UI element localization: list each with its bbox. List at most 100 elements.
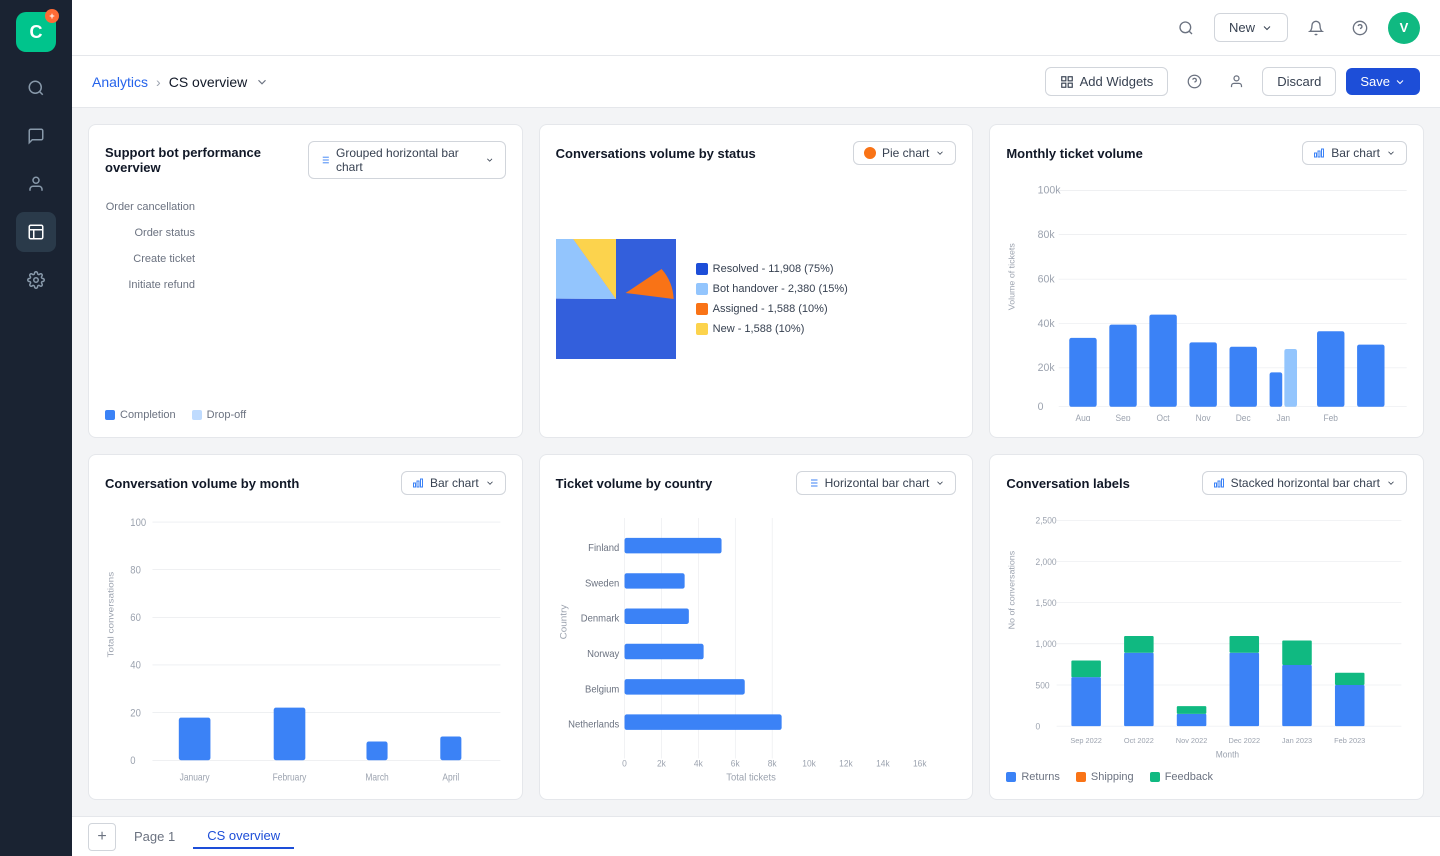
- breadcrumb-actions: Add Widgets Discard Save: [1045, 66, 1420, 98]
- app-logo[interactable]: C +: [16, 12, 56, 52]
- svg-text:80: 80: [130, 565, 141, 577]
- svg-text:0: 0: [1038, 401, 1044, 413]
- tab-cs-overview[interactable]: CS overview: [193, 824, 294, 849]
- conversation-month-card: Conversation volume by month Bar chart T…: [88, 454, 523, 800]
- conversation-labels-chart-selector[interactable]: Stacked horizontal bar chart: [1202, 471, 1407, 495]
- svg-text:Total conversations: Total conversations: [106, 572, 115, 658]
- conversation-labels-card: Conversation labels Stacked horizontal b…: [989, 454, 1424, 800]
- conversation-labels-title: Conversation labels: [1006, 476, 1130, 491]
- svg-text:Belgium: Belgium: [585, 684, 619, 695]
- conversations-chart-selector[interactable]: Pie chart: [853, 141, 956, 165]
- help-icon[interactable]: [1344, 12, 1376, 44]
- support-bot-title: Support bot performance overview: [105, 145, 308, 175]
- ticket-country-title: Ticket volume by country: [556, 476, 713, 491]
- svg-text:Dec: Dec: [1236, 413, 1252, 421]
- main-content: New V Analytics › CS overview Add Widget…: [72, 0, 1440, 856]
- search-icon[interactable]: [1170, 12, 1202, 44]
- svg-text:2,000: 2,000: [1036, 557, 1057, 567]
- conversation-month-header: Conversation volume by month Bar chart: [105, 471, 506, 495]
- svg-text:Finland: Finland: [588, 543, 619, 554]
- svg-text:No of conversations: No of conversations: [1007, 550, 1017, 629]
- svg-text:Dec 2022: Dec 2022: [1229, 736, 1261, 745]
- legend-dropoff: Drop-off: [192, 409, 247, 421]
- support-bot-card: Support bot performance overview Grouped…: [88, 124, 523, 438]
- svg-text:60: 60: [130, 613, 141, 625]
- monthly-ticket-chart: 100k 80k 60k 40k 20k 0 Volume of tickets: [1006, 177, 1407, 421]
- svg-text:12k: 12k: [839, 758, 853, 768]
- hbar-row-order-status: Order status: [105, 227, 506, 239]
- sidebar: C +: [0, 0, 72, 856]
- svg-text:0: 0: [622, 758, 627, 768]
- hbar-row-create-ticket: Create ticket: [105, 253, 506, 265]
- breadcrumb-chevron[interactable]: [255, 75, 269, 89]
- pie-icon: [864, 147, 876, 159]
- notifications-icon[interactable]: [1300, 12, 1332, 44]
- svg-text:Feb 2023: Feb 2023: [1334, 736, 1365, 745]
- monthly-ticket-card: Monthly ticket volume Bar chart 100k 80k…: [989, 124, 1424, 438]
- svg-text:14k: 14k: [876, 758, 890, 768]
- discard-button[interactable]: Discard: [1262, 67, 1336, 96]
- svg-text:Netherlands: Netherlands: [568, 720, 619, 731]
- monthly-ticket-header: Monthly ticket volume Bar chart: [1006, 141, 1407, 165]
- svg-text:10k: 10k: [802, 758, 816, 768]
- sidebar-item-search[interactable]: [16, 68, 56, 108]
- svg-text:Denmark: Denmark: [580, 614, 619, 625]
- svg-text:Month: Month: [1216, 749, 1240, 759]
- ticket-country-card: Ticket volume by country Horizontal bar …: [539, 454, 974, 800]
- svg-text:100k: 100k: [1038, 184, 1061, 196]
- svg-text:40: 40: [130, 660, 141, 672]
- svg-text:8k: 8k: [767, 758, 777, 768]
- sidebar-item-contacts[interactable]: [16, 164, 56, 204]
- breadcrumb-current: CS overview: [169, 74, 248, 90]
- ticket-country-header: Ticket volume by country Horizontal bar …: [556, 471, 957, 495]
- sidebar-item-settings[interactable]: [16, 260, 56, 300]
- conversation-labels-header: Conversation labels Stacked horizontal b…: [1006, 471, 1407, 495]
- svg-text:Jan 2023: Jan 2023: [1282, 736, 1312, 745]
- svg-text:2,500: 2,500: [1036, 516, 1057, 526]
- dashboard-grid: Support bot performance overview Grouped…: [72, 108, 1440, 816]
- breadcrumb-help-icon[interactable]: [1178, 66, 1210, 98]
- svg-text:2k: 2k: [657, 758, 667, 768]
- sidebar-item-reports[interactable]: [16, 212, 56, 252]
- ticket-country-chart: Total tickets Country 0 2k 4k 6k 8k 10k …: [556, 507, 957, 783]
- legend-completion: Completion: [105, 409, 176, 421]
- hbar-row-initiate-refund: Initiate refund: [105, 279, 506, 291]
- svg-text:Volume of tickets: Volume of tickets: [1007, 243, 1017, 311]
- conversations-volume-title: Conversations volume by status: [556, 146, 756, 161]
- support-bot-header: Support bot performance overview Grouped…: [105, 141, 506, 179]
- tab-page1[interactable]: Page 1: [120, 825, 189, 848]
- breadcrumb-separator: ›: [156, 74, 161, 90]
- svg-text:16k: 16k: [913, 758, 927, 768]
- monthly-chart-selector[interactable]: Bar chart: [1302, 141, 1407, 165]
- conversation-month-title: Conversation volume by month: [105, 476, 299, 491]
- breadcrumb-analytics[interactable]: Analytics: [92, 74, 148, 90]
- breadcrumb-user-icon[interactable]: [1220, 66, 1252, 98]
- svg-text:Jan: Jan: [1277, 413, 1291, 421]
- sidebar-item-chat[interactable]: [16, 116, 56, 156]
- support-bot-chart: Order cancellation Order status Create t…: [105, 191, 506, 401]
- tab-bar: + Page 1 CS overview: [72, 816, 1440, 856]
- conversation-month-chart-selector[interactable]: Bar chart: [401, 471, 506, 495]
- add-widgets-button[interactable]: Add Widgets: [1045, 67, 1169, 96]
- svg-text:100: 100: [130, 517, 146, 529]
- pie-legend: Resolved - 11,908 (75%) Bot handover - 2…: [696, 263, 848, 335]
- svg-text:4k: 4k: [694, 758, 704, 768]
- user-avatar[interactable]: V: [1388, 12, 1420, 44]
- conversation-labels-chart: No of conversations 2,500 2,000 1,500 1,…: [1006, 507, 1407, 763]
- svg-text:Nov 2022: Nov 2022: [1176, 736, 1208, 745]
- svg-text:Feb: Feb: [1324, 413, 1339, 421]
- svg-text:0: 0: [130, 756, 135, 768]
- new-button[interactable]: New: [1214, 13, 1288, 42]
- hbar-row-order-cancellation: Order cancellation: [105, 201, 506, 213]
- notification-badge: +: [45, 9, 59, 23]
- conversation-labels-legend: Returns Shipping Feedback: [1006, 771, 1407, 783]
- conversations-volume-header: Conversations volume by status Pie chart: [556, 141, 957, 165]
- add-page-button[interactable]: +: [88, 823, 116, 851]
- svg-text:Aug: Aug: [1076, 413, 1091, 421]
- svg-text:60k: 60k: [1038, 273, 1056, 285]
- ticket-country-chart-selector[interactable]: Horizontal bar chart: [796, 471, 957, 495]
- save-button[interactable]: Save: [1346, 68, 1420, 95]
- svg-text:20k: 20k: [1038, 362, 1056, 374]
- svg-text:1,000: 1,000: [1036, 639, 1057, 649]
- support-bot-chart-selector[interactable]: Grouped horizontal bar chart: [308, 141, 506, 179]
